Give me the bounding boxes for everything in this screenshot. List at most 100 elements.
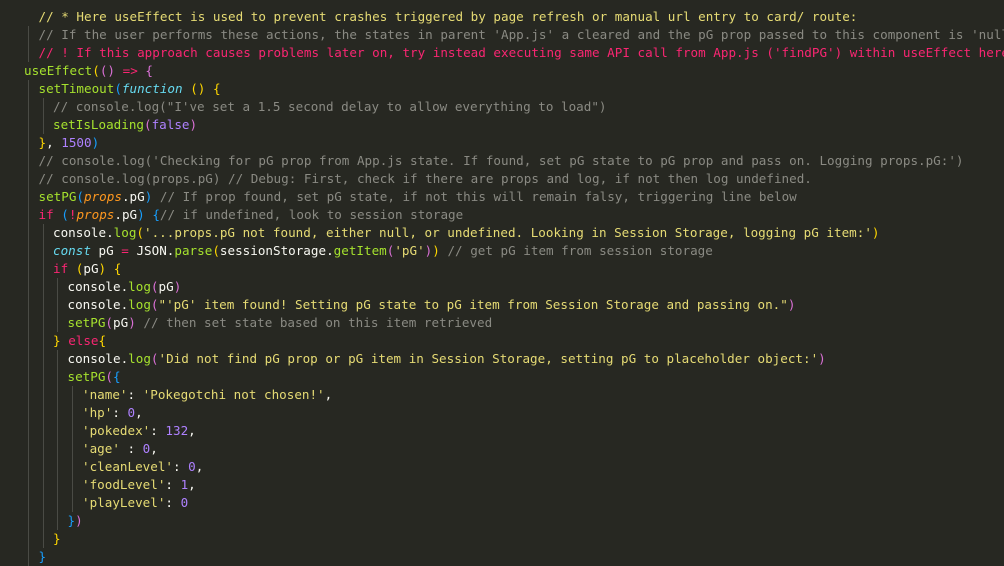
code-line[interactable]: // * Here useEffect is used to prevent c… <box>0 8 1004 26</box>
indent-guide <box>43 98 44 116</box>
indent-guide <box>28 296 29 314</box>
code-token: // console.log("I've set a 1.5 second de… <box>53 99 607 114</box>
code-token: ( <box>136 225 144 240</box>
indent-guide <box>72 440 73 458</box>
indent-guide <box>72 386 73 404</box>
code-line[interactable]: const pG = JSON.parse(sessionStorage.get… <box>0 242 1004 260</box>
code-token: , <box>325 387 333 402</box>
code-token: 'hp' <box>82 405 112 420</box>
code-line[interactable]: 'age' : 0, <box>0 440 1004 458</box>
indent-guide <box>28 404 29 422</box>
code-line[interactable]: // ! If this approach causes problems la… <box>0 44 1004 62</box>
code-editor[interactable]: // * Here useEffect is used to prevent c… <box>0 0 1004 556</box>
code-token: : <box>112 405 127 420</box>
code-line[interactable]: // console.log('Checking for pG prop fro… <box>0 152 1004 170</box>
code-text: setIsLoading(false) <box>53 116 197 134</box>
code-line[interactable]: setIsLoading(false) <box>0 116 1004 134</box>
code-line[interactable]: }, 1500) <box>0 134 1004 152</box>
code-text: 'foodLevel': 1, <box>82 476 196 494</box>
code-line[interactable]: useEffect(() => { <box>0 62 1004 80</box>
code-token: // console.log('Checking for pG prop fro… <box>39 153 964 168</box>
code-token: ) <box>128 315 136 330</box>
code-token: ( <box>114 81 122 96</box>
code-token: : <box>165 495 180 510</box>
code-token: { <box>99 333 107 348</box>
indent-guide <box>57 422 58 440</box>
indent-guide <box>43 422 44 440</box>
code-line[interactable]: if (!props.pG) {// if undefined, look to… <box>0 206 1004 224</box>
code-line[interactable]: if (pG) { <box>0 260 1004 278</box>
code-text: 'cleanLevel': 0, <box>82 458 203 476</box>
code-token: 'name' <box>82 387 128 402</box>
indent-guide <box>43 242 44 260</box>
code-line[interactable]: // console.log(props.pG) // Debug: First… <box>0 170 1004 188</box>
code-token: , <box>188 423 196 438</box>
code-token: ) <box>75 513 83 528</box>
code-token: { <box>213 81 221 96</box>
code-token: , <box>150 441 158 456</box>
indent-guide <box>28 422 29 440</box>
code-line[interactable]: setTimeout(function () { <box>0 80 1004 98</box>
code-line[interactable]: 'hp': 0, <box>0 404 1004 422</box>
indent-guide <box>72 458 73 476</box>
code-token: ( <box>92 63 100 78</box>
code-token: { <box>145 63 153 78</box>
code-text: } else{ <box>53 332 106 350</box>
code-token: ( <box>76 189 84 204</box>
code-token: ) <box>788 297 796 312</box>
code-token: : <box>128 387 143 402</box>
code-token <box>205 81 213 96</box>
code-line[interactable]: console.log('...props.pG not found, eith… <box>0 224 1004 242</box>
code-line[interactable]: console.log('Did not find pG prop or pG … <box>0 350 1004 368</box>
code-line[interactable]: } else{ <box>0 332 1004 350</box>
code-token: , <box>135 405 143 420</box>
code-line[interactable]: 'name': 'Pokegotchi not chosen!', <box>0 386 1004 404</box>
code-token: 'foodLevel' <box>82 477 165 492</box>
indent-guide <box>57 314 58 332</box>
code-token: pG <box>91 243 121 258</box>
code-token: , <box>46 135 61 150</box>
code-line[interactable]: 'cleanLevel': 0, <box>0 458 1004 476</box>
code-token: // then set state based on this item ret… <box>143 315 492 330</box>
code-line[interactable]: console.log(pG) <box>0 278 1004 296</box>
indent-guide <box>28 386 29 404</box>
code-text: 'name': 'Pokegotchi not chosen!', <box>82 386 332 404</box>
code-token: => <box>123 63 138 78</box>
code-text: if (pG) { <box>53 260 121 278</box>
code-token: 1500 <box>61 135 91 150</box>
code-text: 'pokedex': 132, <box>82 422 196 440</box>
indent-guide <box>28 80 29 98</box>
code-line[interactable]: 'playLevel': 0 <box>0 494 1004 512</box>
code-line[interactable]: console.log("'pG' item found! Setting pG… <box>0 296 1004 314</box>
code-line[interactable]: }) <box>0 512 1004 530</box>
code-text: console.log('Did not find pG prop or pG … <box>68 350 826 368</box>
code-line[interactable]: // console.log("I've set a 1.5 second de… <box>0 98 1004 116</box>
code-token <box>68 261 76 276</box>
indent-guide <box>28 476 29 494</box>
code-token: props <box>84 189 122 204</box>
indent-guide <box>28 440 29 458</box>
code-text: setPG({ <box>68 368 121 386</box>
code-text: setPG(props.pG) // If prop found, set pG… <box>39 188 797 206</box>
indent-guide <box>28 494 29 512</box>
indent-guide <box>57 440 58 458</box>
code-line[interactable]: 'foodLevel': 1, <box>0 476 1004 494</box>
indent-guide <box>28 26 29 44</box>
code-token: pG <box>83 261 98 276</box>
code-line[interactable]: setPG(pG) // then set state based on thi… <box>0 314 1004 332</box>
code-token: , <box>188 477 196 492</box>
code-line[interactable]: 'pokedex': 132, <box>0 422 1004 440</box>
code-line[interactable]: } <box>0 530 1004 548</box>
code-line[interactable]: } <box>0 548 1004 566</box>
code-line[interactable]: setPG({ <box>0 368 1004 386</box>
code-token: .pG <box>122 189 145 204</box>
code-token: console <box>68 297 121 312</box>
code-token: . <box>326 243 334 258</box>
code-line[interactable]: // If the user performs these actions, t… <box>0 26 1004 44</box>
code-token: pG <box>159 279 174 294</box>
indent-guide <box>28 224 29 242</box>
indent-guide <box>43 296 44 314</box>
code-line[interactable]: setPG(props.pG) // If prop found, set pG… <box>0 188 1004 206</box>
indent-guide <box>72 476 73 494</box>
code-token: ) <box>190 117 198 132</box>
